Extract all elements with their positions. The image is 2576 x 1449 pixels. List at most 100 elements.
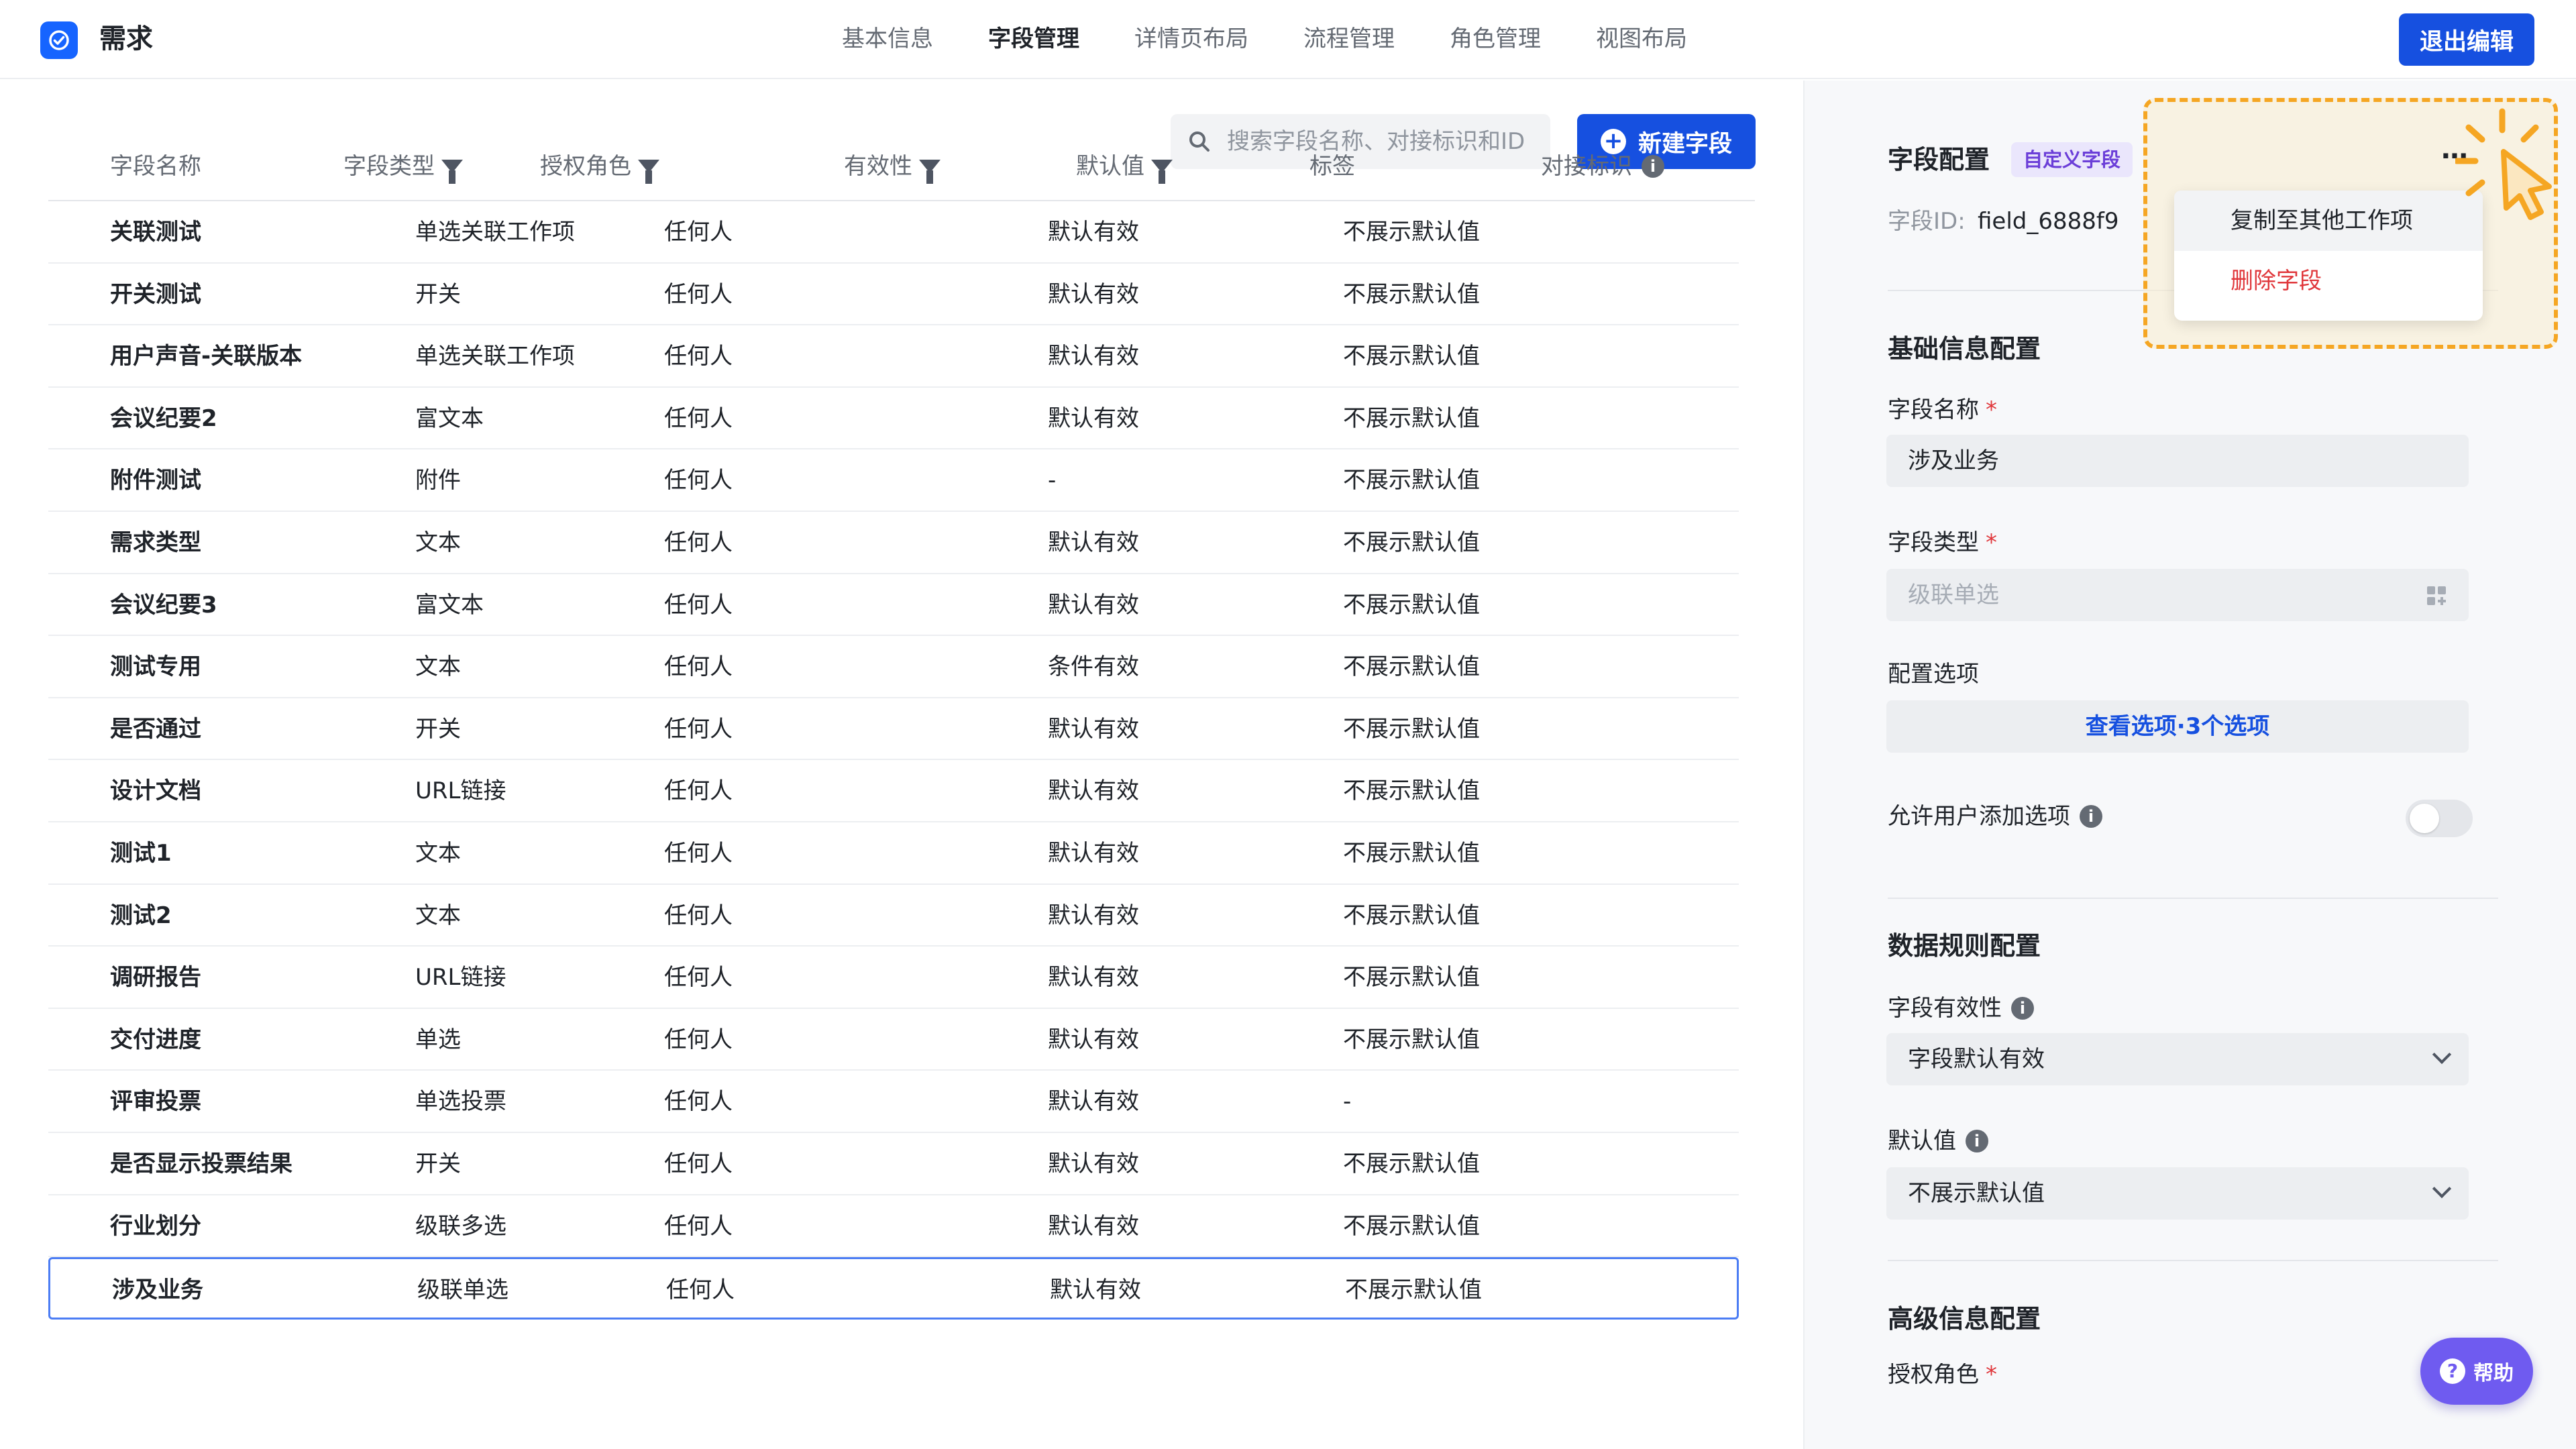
- col-field-name: 字段名称: [110, 131, 201, 201]
- tab-view-layout[interactable]: 视图布局: [1596, 20, 1687, 58]
- custom-field-badge: 自定义字段: [2011, 142, 2133, 177]
- exit-edit-button[interactable]: 退出编辑: [2399, 13, 2534, 66]
- cell-role: 任何人: [664, 777, 733, 805]
- menu-delete-field[interactable]: 删除字段: [2174, 251, 2483, 311]
- table-row[interactable]: 评审投票 单选投票 任何人 默认有效 -: [48, 1071, 1739, 1133]
- cell-type: 文本: [415, 653, 461, 681]
- rules-section-title: 数据规则配置: [1888, 931, 2041, 961]
- cell-role: 任何人: [664, 343, 733, 370]
- top-bar: 需求 基本信息 字段管理 详情页布局 流程管理 角色管理 视图布局 退出编辑: [0, 0, 2576, 79]
- table-row[interactable]: 需求类型 文本 任何人 默认有效 不展示默认值: [48, 512, 1739, 574]
- cell-validity: 默认有效: [1048, 1026, 1139, 1053]
- table-row[interactable]: 测试2 文本 任何人 默认有效 不展示默认值: [48, 885, 1739, 947]
- cell-role: 任何人: [664, 1212, 733, 1240]
- chevron-down-icon: [2432, 1179, 2452, 1199]
- cell-name: 开关测试: [110, 280, 201, 308]
- tab-field-management[interactable]: 字段管理: [988, 20, 1079, 58]
- table-row[interactable]: 是否显示投票结果 开关 任何人 默认有效 不展示默认值: [48, 1133, 1739, 1195]
- cell-name: 调研报告: [110, 964, 201, 991]
- table-row[interactable]: 测试专用 文本 任何人 条件有效 不展示默认值: [48, 636, 1739, 698]
- filter-icon[interactable]: [919, 160, 941, 184]
- cell-default: 不展示默认值: [1343, 343, 1480, 370]
- tab-workflow[interactable]: 流程管理: [1303, 20, 1395, 58]
- cell-validity: 默认有效: [1050, 1277, 1141, 1304]
- filter-icon[interactable]: [638, 160, 659, 184]
- info-icon[interactable]: i: [1966, 1130, 1988, 1152]
- cell-default: 不展示默认值: [1343, 405, 1480, 432]
- default-select[interactable]: 不展示默认值: [1886, 1167, 2469, 1220]
- cell-role: 任何人: [664, 653, 733, 681]
- view-options-link[interactable]: 查看选项·3个选项: [1886, 700, 2469, 753]
- allow-add-toggle[interactable]: [2406, 800, 2473, 837]
- question-icon: ?: [2440, 1358, 2465, 1384]
- cell-validity: 默认有效: [1048, 1212, 1139, 1240]
- cell-type: 开关: [415, 715, 461, 743]
- info-icon[interactable]: i: [2011, 997, 2034, 1020]
- default-value: 不展示默认值: [1908, 1180, 2045, 1207]
- col-api-key: 对接标识 i: [1541, 131, 1664, 201]
- table-row[interactable]: 调研报告 URL链接 任何人 默认有效 不展示默认值: [48, 947, 1739, 1009]
- default-label: 默认值 i: [1888, 1124, 1988, 1158]
- table-row[interactable]: 测试1 文本 任何人 默认有效 不展示默认值: [48, 822, 1739, 885]
- field-name-input[interactable]: 涉及业务: [1886, 435, 2469, 487]
- cell-validity: 默认有效: [1048, 1150, 1139, 1177]
- help-button[interactable]: ? 帮助: [2420, 1338, 2533, 1405]
- cell-default: 不展示默认值: [1343, 777, 1480, 805]
- cell-default: 不展示默认值: [1343, 529, 1480, 556]
- cell-name: 会议纪要2: [110, 405, 217, 432]
- role-label: 授权角色 *: [1888, 1363, 1997, 1386]
- col-label: 字段名称: [110, 153, 201, 180]
- tab-detail-layout[interactable]: 详情页布局: [1134, 20, 1248, 58]
- app-logo-icon: [40, 21, 78, 59]
- table-row[interactable]: 开关测试 开关 任何人 默认有效 不展示默认值: [48, 264, 1739, 326]
- cell-default: 不展示默认值: [1343, 839, 1480, 867]
- label-text: 字段类型: [1888, 529, 1979, 556]
- tab-roles[interactable]: 角色管理: [1450, 20, 1541, 58]
- filter-icon[interactable]: [441, 160, 463, 184]
- table-row[interactable]: 交付进度 单选 任何人 默认有效 不展示默认值: [48, 1009, 1739, 1071]
- field-id-value: field_6888f9: [1978, 208, 2119, 235]
- cell-type: 单选关联工作项: [415, 219, 575, 246]
- cell-validity: 默认有效: [1048, 715, 1139, 743]
- table-row[interactable]: 用户声音-关联版本 单选关联工作项 任何人 默认有效 不展示默认值: [48, 325, 1739, 388]
- table-row[interactable]: 附件测试 附件 任何人 - 不展示默认值: [48, 449, 1739, 512]
- cell-default: 不展示默认值: [1343, 591, 1480, 619]
- col-default[interactable]: 默认值: [1076, 131, 1173, 201]
- info-icon[interactable]: i: [2080, 805, 2102, 828]
- app-title: 需求: [99, 23, 153, 54]
- cell-validity: 默认有效: [1048, 529, 1139, 556]
- cell-role: 任何人: [664, 1088, 733, 1116]
- table-row[interactable]: 会议纪要2 富文本 任何人 默认有效 不展示默认值: [48, 388, 1739, 450]
- menu-copy-to-other[interactable]: 复制至其他工作项: [2174, 191, 2483, 251]
- table-row[interactable]: 设计文档 URL链接 任何人 默认有效 不展示默认值: [48, 760, 1739, 822]
- table-header: 字段名称 字段类型 授权角色 有效性 默认值 标签 对接标识 i: [48, 131, 1755, 201]
- table-row-selected[interactable]: 涉及业务 级联单选 任何人 默认有效 不展示默认值: [48, 1257, 1739, 1320]
- options-label: 配置选项: [1888, 661, 1979, 688]
- cell-name: 关联测试: [110, 219, 201, 246]
- table-row[interactable]: 行业划分 级联多选 任何人 默认有效 不展示默认值: [48, 1195, 1739, 1258]
- tab-basic-info[interactable]: 基本信息: [842, 20, 933, 58]
- field-type-label: 字段类型 *: [1888, 526, 1997, 559]
- cell-role: 任何人: [666, 1277, 735, 1304]
- col-label: 默认值: [1076, 153, 1144, 180]
- col-field-type[interactable]: 字段类型: [343, 131, 463, 201]
- divider: [1888, 1260, 2498, 1261]
- table-row[interactable]: 会议纪要3 富文本 任何人 默认有效 不展示默认值: [48, 574, 1739, 637]
- advanced-section-title: 高级信息配置: [1888, 1304, 2041, 1334]
- cell-role: 任何人: [664, 1150, 733, 1177]
- table-row[interactable]: 关联测试 单选关联工作项 任何人 默认有效 不展示默认值: [48, 201, 1739, 264]
- cell-default: 不展示默认值: [1343, 902, 1480, 929]
- table-body: 关联测试 单选关联工作项 任何人 默认有效 不展示默认值 开关测试 开关 任何人 默认有效 不展…: [48, 201, 1739, 1320]
- cell-type: 附件: [415, 467, 461, 494]
- col-tags: 标签: [1309, 131, 1355, 201]
- filter-icon[interactable]: [1151, 160, 1173, 184]
- table-row[interactable]: 是否通过 开关 任何人 默认有效 不展示默认值: [48, 698, 1739, 761]
- cell-role: 任何人: [664, 591, 733, 619]
- col-label: 授权角色: [540, 153, 631, 180]
- cell-validity: 默认有效: [1048, 1088, 1139, 1116]
- info-icon[interactable]: i: [1642, 155, 1664, 178]
- validity-select[interactable]: 字段默认有效: [1886, 1033, 2469, 1085]
- col-label: 对接标识: [1541, 153, 1632, 180]
- col-validity[interactable]: 有效性: [844, 131, 941, 201]
- col-role[interactable]: 授权角色: [540, 131, 659, 201]
